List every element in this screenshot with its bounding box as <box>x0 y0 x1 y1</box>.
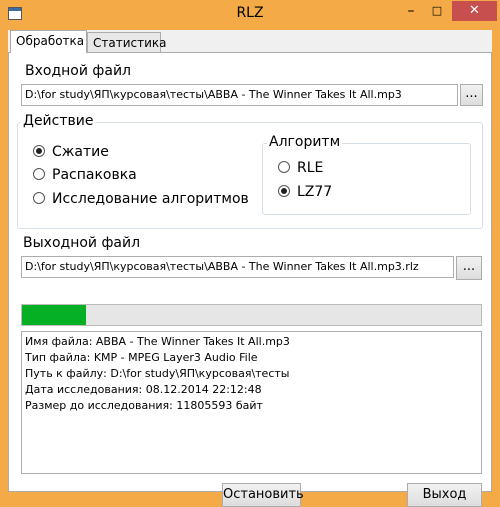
title-bar[interactable]: RLZ – □ ✕ <box>0 0 500 30</box>
algorithm-group-title: Алгоритм <box>267 134 343 150</box>
maximize-button[interactable]: □ <box>424 1 450 21</box>
log-line: Тип файла: KMP - MPEG Layer3 Audio File <box>25 351 258 364</box>
progress-bar-fill <box>22 305 86 325</box>
input-browse-button[interactable]: ... <box>460 84 483 106</box>
algorithm-group <box>262 143 471 215</box>
radio-decompress[interactable]: Распаковка <box>33 167 137 183</box>
radio-lz77-indicator[interactable] <box>278 185 290 197</box>
output-file-field[interactable]: D:\for study\ЯП\курсовая\тесты\ABBA - Th… <box>21 256 454 278</box>
radio-rle-label: RLE <box>297 160 324 176</box>
minimize-button[interactable]: – <box>398 1 424 21</box>
tab-processing[interactable]: Обработка <box>10 30 87 53</box>
processing-panel: Входной файл D:\for study\ЯП\курсовая\те… <box>8 52 492 507</box>
radio-research-label: Исследование алгоритмов <box>52 191 249 207</box>
close-button[interactable]: ✕ <box>452 1 497 21</box>
radio-rle[interactable]: RLE <box>278 160 323 176</box>
radio-research[interactable]: Исследование алгоритмов <box>33 191 249 207</box>
radio-compress-indicator[interactable] <box>33 145 45 157</box>
tab-statistics[interactable]: Статистика <box>87 32 167 52</box>
info-log[interactable]: Имя файла: ABBA - The Winner Takes It Al… <box>21 331 482 474</box>
progress-bar <box>21 304 482 326</box>
radio-lz77[interactable]: LZ77 <box>278 184 332 200</box>
radio-lz77-label: LZ77 <box>297 184 333 200</box>
radio-compress[interactable]: Сжатие <box>33 144 109 160</box>
input-file-field[interactable]: D:\for study\ЯП\курсовая\тесты\ABBA - Th… <box>21 84 458 106</box>
stop-button[interactable]: Остановить <box>222 483 304 507</box>
radio-research-indicator[interactable] <box>33 192 45 204</box>
tab-strip: Обработка Статистика <box>8 30 492 53</box>
input-file-label: Входной файл <box>25 63 131 79</box>
app-window: RLZ – □ ✕ Обработка Статистика Входной ф… <box>0 0 500 507</box>
radio-compress-label: Сжатие <box>52 144 109 160</box>
client-area: Обработка Статистика Входной файл D:\for… <box>8 30 492 507</box>
log-line: Путь к файлу: D:\for study\ЯП\курсовая\т… <box>25 367 290 380</box>
log-line: Размер до исследования: 11805593 байт <box>25 399 263 412</box>
output-browse-button[interactable]: ... <box>456 256 482 280</box>
exit-button[interactable]: Выход <box>407 483 482 507</box>
output-file-label: Выходной файл <box>23 235 141 251</box>
action-group-title: Действие <box>21 113 96 129</box>
radio-rle-indicator[interactable] <box>278 161 290 173</box>
log-line: Дата исследования: 08.12.2014 22:12:48 <box>25 383 262 396</box>
radio-decompress-indicator[interactable] <box>33 168 45 180</box>
log-line: Имя файла: ABBA - The Winner Takes It Al… <box>25 335 290 348</box>
radio-decompress-label: Распаковка <box>52 167 137 183</box>
